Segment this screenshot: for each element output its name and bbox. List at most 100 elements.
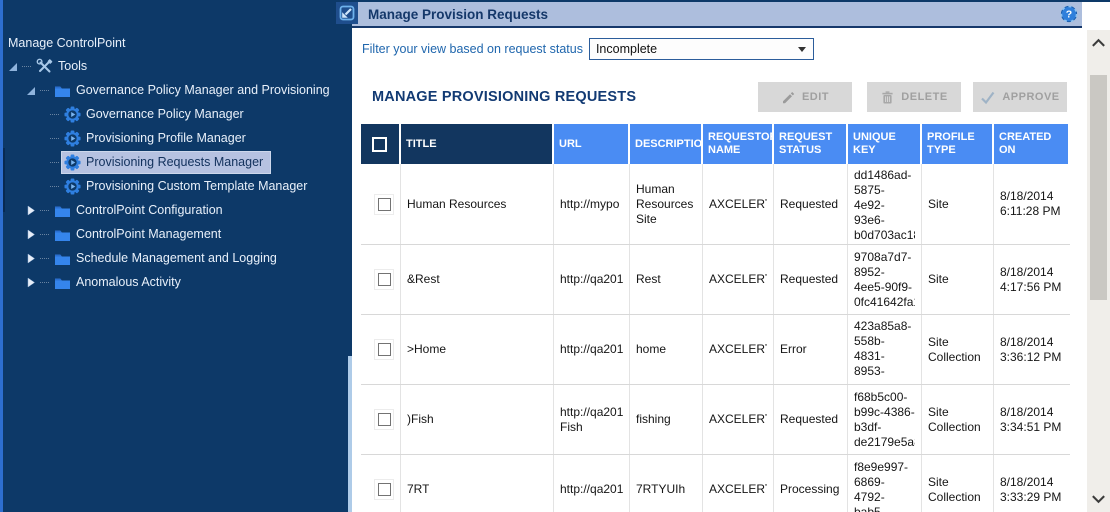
pencil-icon bbox=[781, 90, 796, 105]
folder-icon bbox=[54, 82, 71, 99]
tree-connector bbox=[22, 66, 31, 67]
cell-created: 8/18/2014 6:11:28 PM bbox=[994, 164, 1068, 244]
cell-title: >Home bbox=[401, 315, 554, 384]
folder-icon bbox=[54, 250, 71, 267]
table-header: TITLEURLDESCRIPTIONREQUESTOR NAMEREQUEST… bbox=[361, 124, 1070, 164]
approve-button-label: APPROVE bbox=[1002, 91, 1059, 103]
edit-button-label: EDIT bbox=[802, 91, 829, 103]
column-header[interactable]: PROFILE TYPE bbox=[922, 124, 994, 164]
scrollbar-thumb[interactable] bbox=[1090, 75, 1107, 300]
expander-collapsed-icon[interactable] bbox=[26, 253, 36, 264]
expander-collapsed-icon[interactable] bbox=[26, 277, 36, 288]
column-header[interactable]: REQUEST STATUS bbox=[774, 124, 848, 164]
tree-item-label: Anomalous Activity bbox=[76, 274, 181, 290]
sidebar-item-provisioning-custom-template-manager[interactable]: Provisioning Custom Template Manager bbox=[0, 174, 352, 198]
select-all-header-cell bbox=[361, 124, 401, 164]
cell-requestor: AXCELERTES bbox=[703, 245, 774, 314]
gear-play-icon bbox=[64, 106, 81, 123]
row-checkbox-cell bbox=[361, 455, 401, 512]
popout-button[interactable] bbox=[336, 2, 358, 24]
request-status-select[interactable]: Incomplete bbox=[589, 38, 814, 60]
sidebar-item-anomalous-activity[interactable]: Anomalous Activity bbox=[0, 270, 352, 294]
column-header[interactable]: URL bbox=[554, 124, 630, 164]
expander-collapsed-icon[interactable] bbox=[26, 205, 36, 216]
sidebar-title: Manage ControlPoint bbox=[0, 32, 352, 54]
cell-title: Human Resources bbox=[401, 164, 554, 244]
selected-tree-item[interactable]: Provisioning Requests Manager bbox=[61, 151, 271, 174]
sidebar-item-controlpoint-configuration[interactable]: ControlPoint Configuration bbox=[0, 198, 352, 222]
table-row: 7RThttp://qa2017RTYUIhAXCELERTESProcessi… bbox=[361, 455, 1070, 512]
delete-button[interactable]: DELETE bbox=[867, 82, 961, 112]
cell-created: 8/18/2014 3:33:29 PM bbox=[994, 455, 1068, 512]
cell-status: Requested bbox=[774, 385, 848, 454]
row-checkbox-box bbox=[378, 483, 391, 496]
cell-status: Requested bbox=[774, 245, 848, 314]
row-checkbox[interactable] bbox=[374, 339, 394, 360]
tree-connector bbox=[40, 210, 49, 211]
sidebar-item-governance-policy-manager[interactable]: Governance Policy Manager bbox=[0, 102, 352, 126]
column-header[interactable]: TITLE bbox=[401, 124, 554, 164]
folder-icon bbox=[54, 226, 71, 243]
cell-key: dd1486ad-5875-4e92-93e6-b0d703ac187 bbox=[848, 164, 922, 244]
edit-button[interactable]: EDIT bbox=[758, 82, 852, 112]
check-icon bbox=[980, 90, 996, 105]
scroll-up-icon[interactable] bbox=[1090, 36, 1107, 50]
row-checkbox[interactable] bbox=[374, 269, 394, 290]
sidebar-title-label: Manage ControlPoint bbox=[8, 35, 125, 51]
approve-button[interactable]: APPROVE bbox=[973, 82, 1067, 112]
cell-description: fishing bbox=[630, 385, 703, 454]
tree-item-label: ControlPoint Configuration bbox=[76, 202, 223, 218]
cell-url: http://mypo bbox=[554, 164, 630, 244]
tree-connector bbox=[40, 282, 49, 283]
tree-item-label: Governance Policy Manager bbox=[86, 106, 244, 122]
tree-item-label: Schedule Management and Logging bbox=[76, 250, 277, 266]
delete-button-label: DELETE bbox=[901, 91, 947, 103]
sidebar-item-schedule-management-and-logging[interactable]: Schedule Management and Logging bbox=[0, 246, 352, 270]
sidebar-right-scroll-strip[interactable] bbox=[348, 356, 352, 512]
cell-url: http://qa201 bbox=[554, 455, 630, 512]
expander-expanded-icon[interactable] bbox=[8, 61, 18, 72]
popout-arrow-icon bbox=[337, 3, 357, 23]
column-header[interactable]: REQUESTOR NAME bbox=[703, 124, 774, 164]
cell-key: f8e9e997-6869-4792-bab5- bbox=[848, 455, 922, 512]
tree-item-label: Provisioning Custom Template Manager bbox=[86, 178, 307, 194]
row-checkbox-box bbox=[378, 413, 391, 426]
expander-collapsed-icon[interactable] bbox=[26, 229, 36, 240]
cell-profile: Site Collection bbox=[922, 315, 994, 384]
tree-connector bbox=[50, 114, 59, 115]
sidebar-item-tools[interactable]: Tools bbox=[0, 54, 352, 78]
cell-profile: Site Collection bbox=[922, 385, 994, 454]
request-status-selected-value: Incomplete bbox=[596, 42, 657, 56]
sidebar-item-provisioning-requests-manager[interactable]: Provisioning Requests Manager bbox=[0, 150, 352, 174]
table-row: )Fishhttp://qa201 FishfishingAXCELERTESR… bbox=[361, 385, 1070, 455]
tree-connector bbox=[50, 186, 59, 187]
tree-connector bbox=[40, 234, 49, 235]
table-row: Human Resourceshttp://mypoHuman Resource… bbox=[361, 164, 1070, 245]
column-header[interactable]: CREATED ON bbox=[994, 124, 1068, 164]
column-header[interactable]: DESCRIPTION bbox=[630, 124, 703, 164]
cell-created: 8/18/2014 3:36:12 PM bbox=[994, 315, 1068, 384]
row-checkbox[interactable] bbox=[374, 409, 394, 430]
cell-title: &Rest bbox=[401, 245, 554, 314]
cell-requestor: AXCELERTES bbox=[703, 164, 774, 244]
cell-created: 8/18/2014 3:34:51 PM bbox=[994, 385, 1068, 454]
vertical-scrollbar[interactable] bbox=[1087, 30, 1110, 512]
sidebar-item-controlpoint-management[interactable]: ControlPoint Management bbox=[0, 222, 352, 246]
row-checkbox-box bbox=[378, 198, 391, 211]
select-all-checkbox[interactable] bbox=[372, 137, 387, 152]
cell-url: http://qa201 bbox=[554, 245, 630, 314]
sidebar: Manage ControlPoint Tools Governance Pol… bbox=[0, 0, 352, 512]
expander-expanded-icon[interactable] bbox=[26, 85, 36, 96]
tree-item-label: Provisioning Profile Manager bbox=[86, 130, 246, 146]
row-checkbox[interactable] bbox=[374, 479, 394, 500]
sidebar-item-provisioning-profile-manager[interactable]: Provisioning Profile Manager bbox=[0, 126, 352, 150]
filter-label: Filter your view based on request status bbox=[362, 42, 583, 56]
help-icon[interactable] bbox=[1060, 5, 1078, 23]
row-checkbox-box bbox=[378, 273, 391, 286]
sidebar-scrollbar-fragment[interactable] bbox=[3, 148, 5, 212]
column-header[interactable]: UNIQUE KEY bbox=[848, 124, 922, 164]
scroll-down-icon[interactable] bbox=[1090, 492, 1107, 506]
section-title: MANAGE PROVISIONING REQUESTS bbox=[372, 89, 636, 105]
sidebar-item-governance-policy-manager-and-provisioning[interactable]: Governance Policy Manager and Provisioni… bbox=[0, 78, 352, 102]
row-checkbox[interactable] bbox=[374, 194, 394, 215]
